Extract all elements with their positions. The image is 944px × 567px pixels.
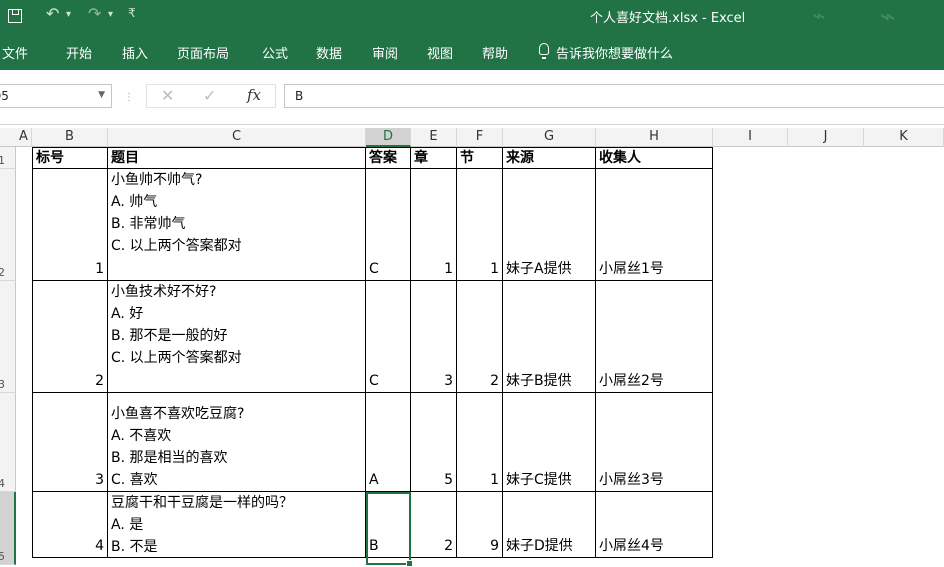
tab-page-layout[interactable]: 页面布局: [177, 43, 229, 62]
cell-source[interactable]: 妹子C提供: [503, 393, 596, 492]
header-cell-question[interactable]: 题目: [108, 148, 366, 169]
cell-chapter[interactable]: 2: [411, 492, 457, 558]
column-header-a[interactable]: A: [16, 128, 32, 147]
column-header-i[interactable]: I: [713, 128, 788, 147]
tab-review[interactable]: 审阅: [372, 43, 398, 62]
tab-insert[interactable]: 插入: [122, 43, 148, 62]
column-header-j[interactable]: J: [788, 128, 864, 147]
column-header-c[interactable]: C: [108, 128, 366, 147]
ribbon-tabs: 文件 开始 插入 页面布局 公式 数据 审阅 视图 帮助 告诉我你想要做什么: [0, 34, 944, 70]
cell-source[interactable]: 妹子A提供: [503, 169, 596, 281]
tab-formulas[interactable]: 公式: [262, 43, 288, 62]
cell-question[interactable]: 豆腐干和干豆腐是一样的吗？ A. 是 B. 不是: [108, 492, 366, 558]
cell-number[interactable]: 3: [33, 393, 108, 492]
tab-view[interactable]: 视图: [427, 43, 453, 62]
cell-collector[interactable]: 小屌丝2号: [596, 281, 713, 393]
header-cell-answer[interactable]: 答案: [366, 148, 411, 169]
cell-question[interactable]: 小鱼帅不帅气? A. 帅气 B. 非常帅气 C. 以上两个答案都对: [108, 169, 366, 281]
cell-answer[interactable]: C: [366, 169, 411, 281]
formula-bar: D5 ▼ ⋮ ✕ ✓ fx B: [0, 70, 944, 125]
cell-number[interactable]: 1: [33, 169, 108, 281]
header-cell-number[interactable]: 标号: [33, 148, 108, 169]
column-header-f[interactable]: F: [457, 128, 503, 147]
column-header-g[interactable]: G: [503, 128, 596, 147]
cell-source[interactable]: 妹子D提供: [503, 492, 596, 558]
formula-input[interactable]: B: [284, 84, 944, 108]
tell-me-search[interactable]: 告诉我你想要做什么: [556, 43, 673, 62]
column-header-d[interactable]: D: [366, 128, 411, 147]
tab-home[interactable]: 开始: [66, 43, 92, 62]
cell-answer[interactable]: A: [366, 393, 411, 492]
cell-section[interactable]: 2: [457, 281, 503, 393]
header-cell-section[interactable]: 节: [457, 148, 503, 169]
cell-chapter[interactable]: 1: [411, 169, 457, 281]
column-header-k[interactable]: K: [864, 128, 944, 147]
undo-dropdown-icon[interactable]: ▾: [66, 9, 71, 20]
cell-question[interactable]: 小鱼喜不喜欢吃豆腐? A. 不喜欢 B. 那是相当的喜欢 C. 喜欢: [108, 393, 366, 492]
name-box[interactable]: D5 ▼: [0, 84, 112, 108]
tab-data[interactable]: 数据: [316, 43, 342, 62]
column-headers: A B C D E F G H I J K: [0, 128, 944, 147]
formula-buttons: ✕ ✓ fx: [146, 84, 276, 108]
cell-section[interactable]: 1: [457, 393, 503, 492]
window-title: 个人喜好文档.xlsx - Excel: [590, 11, 746, 26]
check-icon[interactable]: ✓: [203, 86, 216, 105]
redo-icon[interactable]: ↷: [88, 4, 101, 23]
cell-answer[interactable]: B: [366, 492, 411, 558]
worksheet-grid: 标号 题目 答案 章 节 来源 收集人 1 小鱼帅不帅气? A. 帅气 B. 非…: [0, 147, 944, 567]
bird-decoration-icon: ⌁: [812, 4, 826, 29]
cancel-icon[interactable]: ✕: [161, 86, 174, 105]
cell-number[interactable]: 2: [33, 281, 108, 393]
customize-quick-access-icon[interactable]: ₹: [128, 6, 136, 20]
column-header-b[interactable]: B: [32, 128, 108, 147]
cell-question[interactable]: 小鱼技术好不好? A. 好 B. 那不是一般的好 C. 以上两个答案都对: [108, 281, 366, 393]
column-header-h[interactable]: H: [596, 128, 713, 147]
header-cell-collector[interactable]: 收集人: [596, 148, 713, 169]
cell-number[interactable]: 4: [33, 492, 108, 558]
cell-section[interactable]: 1: [457, 169, 503, 281]
header-cell-chapter[interactable]: 章: [411, 148, 457, 169]
header-cell-source[interactable]: 来源: [503, 148, 596, 169]
cell-answer[interactable]: C: [366, 281, 411, 393]
cell-chapter[interactable]: 5: [411, 393, 457, 492]
redo-dropdown-icon[interactable]: ▾: [108, 9, 113, 20]
cell-chapter[interactable]: 3: [411, 281, 457, 393]
tab-file[interactable]: 文件: [2, 43, 28, 62]
undo-icon[interactable]: ↶: [46, 4, 59, 23]
cell-source[interactable]: 妹子B提供: [503, 281, 596, 393]
title-bar: ↶ ▾ ↷ ▾ ₹ 个人喜好文档.xlsx - Excel ⌁ ⌁: [0, 0, 944, 34]
cell-collector[interactable]: 小屌丝4号: [596, 492, 713, 558]
cell-collector[interactable]: 小屌丝1号: [596, 169, 713, 281]
save-icon[interactable]: [8, 9, 22, 23]
cell-section[interactable]: 9: [457, 492, 503, 558]
chevron-down-icon[interactable]: ▼: [98, 90, 105, 100]
formula-input-value: B: [295, 89, 304, 103]
bird-decoration-icon: ⌁: [880, 2, 896, 32]
tab-help[interactable]: 帮助: [482, 43, 508, 62]
lightbulb-icon: [539, 43, 549, 59]
insert-function-icon[interactable]: fx: [247, 86, 261, 104]
cell-collector[interactable]: 小屌丝3号: [596, 393, 713, 492]
name-box-value: D5: [0, 89, 9, 103]
column-header-e[interactable]: E: [411, 128, 457, 147]
separator-dots-icon: ⋮: [124, 92, 134, 103]
